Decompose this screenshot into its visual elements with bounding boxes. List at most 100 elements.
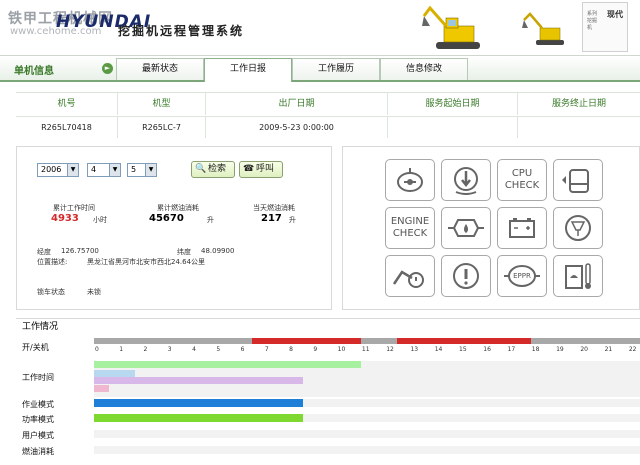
chevron-down-icon: ▼ [67, 164, 78, 176]
row-label-power: 开/关机 [22, 343, 49, 352]
tab-latest-status[interactable]: 最新状态 [116, 58, 204, 80]
total-fuel-value: 45670 [149, 213, 184, 224]
magnifier-icon: 🔍 [195, 164, 207, 174]
tab-work-history[interactable]: 工作履历 [292, 58, 380, 80]
timeline-on-segment [397, 338, 531, 344]
timeline-hour-label: 19 [556, 346, 564, 353]
eppr-text: EPPR [513, 272, 531, 280]
timeline-hour-label: 0 [95, 346, 99, 353]
total-fuel-label: 累计燃油消耗 [157, 204, 199, 212]
eppr-icon: EPPR [497, 255, 547, 297]
total-hours-label: 累计工作时间 [53, 204, 95, 212]
overload-icon [385, 255, 435, 297]
timeline-hour-label: 16 [483, 346, 491, 353]
timeline-hour-label: 5 [216, 346, 221, 353]
unit-info-label: 单机信息 [14, 66, 54, 77]
col-header-machine-no: 机号 [16, 93, 118, 115]
location-desc-value: 黑龙江省黑河市北安市西北24.64公里 [87, 258, 206, 266]
col-header-service-end: 服务终止日期 [551, 99, 606, 109]
brand-series-badge: 现代 系列挖掘机 [582, 2, 628, 52]
timeline-hour-label: 9 [313, 346, 318, 353]
timeline-hour-label: 22 [628, 346, 637, 353]
cell-factory-date: 2009-5-23 0:00:00 [206, 116, 388, 138]
timeline-hour-label: 4 [192, 346, 196, 353]
location-desc-label: 位置描述: [37, 258, 68, 266]
power-timeline: 01234567891011121314151617181920212223 [94, 338, 640, 354]
arrow-right-icon: ► [102, 63, 113, 74]
coolant-temp-icon [441, 159, 491, 201]
tab-info-edit[interactable]: 信息修改 [380, 58, 468, 80]
work-time-bar [94, 370, 136, 377]
row-label-user-mode: 用户模式 [22, 431, 54, 440]
total-fuel-unit: 升 [207, 216, 214, 224]
latitude-label: 纬度 [177, 248, 191, 256]
work-time-bar [94, 361, 361, 368]
brand-series-title: 现代 [607, 10, 623, 19]
phone-icon: ☎ [243, 164, 255, 174]
latitude-value: 48.09900 [201, 247, 235, 255]
engine-check-text-2: CHECK [392, 228, 428, 239]
cpu-check-text-1: CPU [511, 168, 533, 179]
total-hours-value: 4933 [51, 213, 79, 224]
machine-info-table: 机号 机型 出厂日期 服务起始日期 服务终止日期 R265L70418 R265… [16, 92, 640, 138]
longitude-label: 经度 [37, 248, 51, 256]
air-cleaner-icon [553, 207, 603, 249]
oil-temp-gauge-icon [553, 255, 603, 297]
cpu-check-icon: CPU CHECK [497, 159, 547, 201]
timeline-hour-label: 21 [604, 346, 613, 353]
chevron-down-icon: ▼ [109, 164, 120, 176]
fuel-track [94, 446, 640, 454]
cell-service-start [388, 116, 518, 138]
col-header-factory-date: 出厂日期 [206, 93, 388, 115]
timeline-hour-label: 6 [240, 346, 245, 353]
day-select[interactable]: 5 ▼ [127, 163, 157, 177]
engine-check-icon: ENGINE CHECK [385, 207, 435, 249]
timeline-hour-label: 12 [386, 346, 394, 353]
timeline-hour-label: 2 [143, 346, 148, 353]
lock-status-label: 锁车状态 [37, 288, 65, 296]
work-mode-bar [94, 399, 303, 407]
timeline-hour-label: 3 [167, 346, 172, 353]
search-button[interactable]: 🔍 检索 [191, 161, 235, 178]
cpu-check-text-2: CHECK [504, 180, 540, 191]
system-title: 挖掘机远程管理系统 [118, 24, 245, 38]
tab-work-daily[interactable]: 工作日报 [204, 58, 292, 82]
timeline-hour-label: 8 [289, 346, 293, 353]
row-label-power-mode: 功率模式 [22, 415, 54, 424]
lock-status-value: 未锁 [87, 288, 101, 296]
user-mode-track [94, 430, 640, 438]
timeline-off-strip [94, 338, 640, 344]
col-header-service-start: 服务起始日期 [388, 93, 518, 115]
longitude-value: 126.75700 [61, 247, 99, 255]
timeline-hour-label: 10 [337, 346, 346, 353]
total-hours-unit: 小时 [93, 216, 107, 224]
excavator-small-image [522, 12, 564, 45]
timeline-hour-label: 17 [507, 346, 516, 353]
excavator-image [422, 5, 480, 49]
page-header: 铁甲工程机械网 www.cehome.com HYUNDAI 挖掘机远程管理系统… [0, 0, 640, 56]
search-button-label: 检索 [208, 164, 227, 174]
day-fuel-label: 当天燃油消耗 [253, 204, 295, 212]
tab-bar: 单机信息 ► 最新状态 工作日报 工作履历 信息修改 [0, 56, 640, 82]
timeline-hour-label: 7 [264, 346, 269, 353]
chevron-down-icon: ▼ [145, 164, 156, 176]
engine-check-text-1: ENGINE [390, 216, 430, 227]
call-button[interactable]: ☎ 呼叫 [239, 161, 283, 178]
cell-machine-no: R265L70418 [16, 116, 118, 138]
day-fuel-value: 217 [261, 213, 282, 224]
year-select[interactable]: 2006 ▼ [37, 163, 79, 177]
work-status-title: 工作情况 [16, 318, 640, 334]
timeline-hour-label: 15 [459, 346, 467, 353]
month-select[interactable]: 4 ▼ [87, 163, 121, 177]
hydraulic-oil-temp-icon [441, 207, 491, 249]
timeline-hour-label: 14 [434, 346, 443, 353]
day-fuel-unit: 升 [289, 216, 296, 224]
power-mode-bar [94, 414, 303, 422]
brand-series-sub: 系列挖掘机 [587, 11, 598, 31]
warning-icons-panel: CPU CHECK ENGINE CHECK EPPR [342, 146, 640, 310]
timeline-hour-label: 18 [531, 346, 540, 353]
timeline-hour-label: 20 [580, 346, 588, 353]
timeline-hour-label: 11 [361, 346, 370, 353]
day-select-value: 5 [131, 165, 137, 174]
daily-summary-panel: 2006 ▼ 4 ▼ 5 ▼ 🔍 检索 ☎ 呼叫 累计工作时间 4933 小时 … [16, 146, 332, 310]
